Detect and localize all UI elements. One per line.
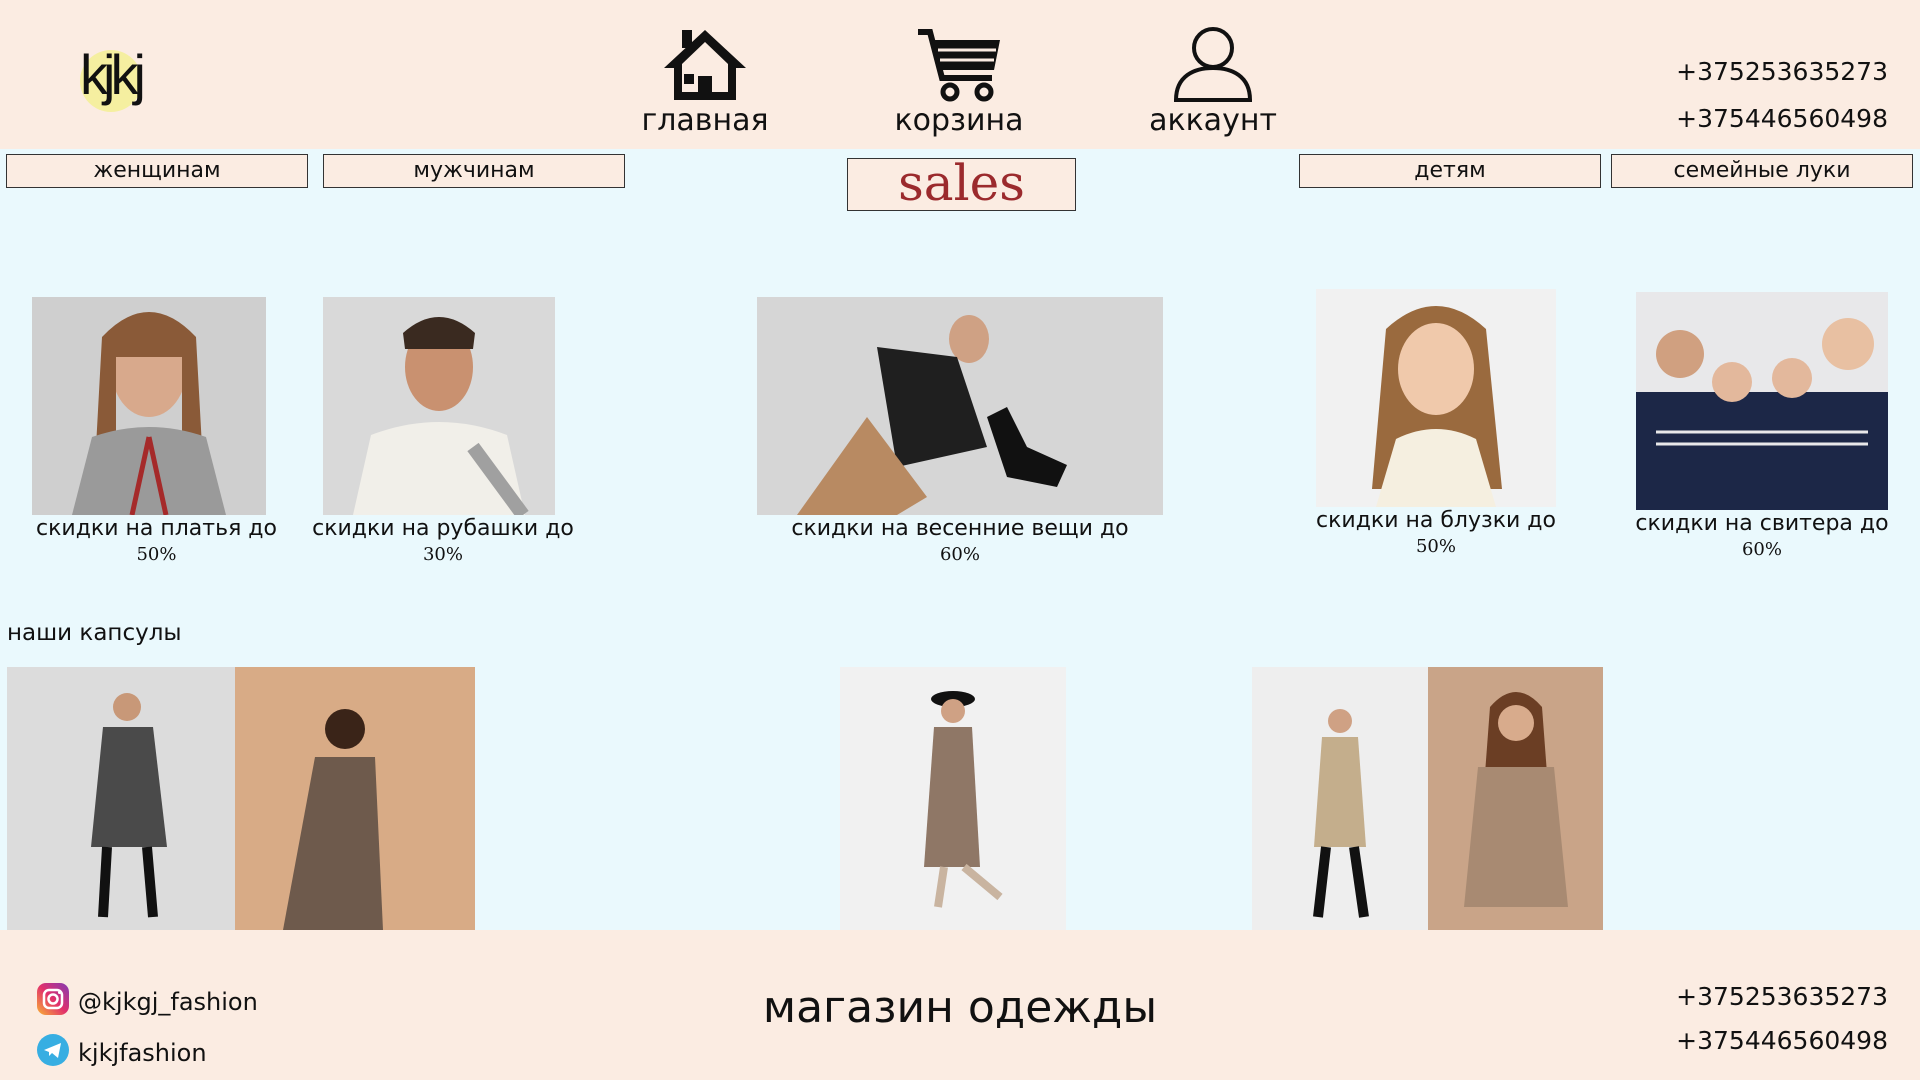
telegram-link[interactable]: kjkjfashion [36, 1033, 207, 1073]
logo-text: kjkj [80, 43, 146, 106]
capsule-photo-gray-coat[interactable] [7, 667, 235, 930]
sale-card-spring[interactable]: скидки на весенние вещи до 60% [757, 297, 1163, 567]
dress-photo [32, 297, 266, 515]
category-kids-button[interactable]: детям [1299, 154, 1601, 188]
phone-2[interactable]: +375446560498 [1676, 95, 1888, 142]
shirt-photo [323, 297, 555, 515]
nav-account-label: аккаунт [1149, 103, 1277, 138]
telegram-icon [36, 1033, 70, 1073]
category-family-button[interactable]: семейные луки [1611, 154, 1913, 188]
home-icon [664, 30, 746, 100]
blouse-photo [1316, 289, 1556, 507]
sale-card-percent: 50% [1415, 536, 1456, 557]
nav-cart-label: корзина [894, 103, 1024, 138]
sales-button[interactable]: sales [847, 158, 1076, 211]
nav-account[interactable]: аккаунт [1128, 26, 1298, 146]
sale-card-blouses[interactable]: скидки на блузки до 50% [1304, 289, 1568, 559]
sale-card-shirts[interactable]: скидки на рубашки до 30% [303, 297, 583, 567]
capsule-photo-brown-coat[interactable] [235, 667, 475, 930]
nav-home-label: главная [641, 103, 769, 138]
nav-cart[interactable]: корзина [874, 26, 1044, 146]
phone-2[interactable]: +375446560498 [1676, 1019, 1888, 1063]
header-phones: +375253635273 +375446560498 [1676, 48, 1888, 142]
category-men-button[interactable]: мужчинам [323, 154, 625, 188]
sale-card-caption: скидки на рубашки до [312, 516, 574, 541]
user-icon [1173, 27, 1253, 102]
sale-card-percent: 60% [939, 544, 980, 565]
phone-1[interactable]: +375253635273 [1676, 975, 1888, 1019]
category-women-button[interactable]: женщинам [6, 154, 308, 188]
sale-card-percent: 30% [422, 544, 463, 565]
spring-photo [757, 297, 1163, 515]
sale-card-caption: скидки на весенние вещи до [791, 516, 1129, 541]
capsule-photo-trench-hat[interactable] [840, 667, 1066, 930]
sale-card-dresses[interactable]: скидки на платья до 50% [0, 297, 313, 567]
sale-card-caption: скидки на платья до [36, 516, 277, 541]
sale-card-caption: скидки на свитера до [1635, 511, 1889, 536]
footer-phones: +375253635273 +375446560498 [1676, 975, 1888, 1063]
footer: @kjkgj_fashion kjkjfashion магазин одежд… [0, 930, 1920, 1080]
sale-card-percent: 50% [136, 544, 177, 565]
capsule-photo-woman-blazer[interactable] [1428, 667, 1603, 930]
capsule-photo-man-trench[interactable] [1252, 667, 1428, 930]
sale-card-sweaters[interactable]: скидки на свитера до 60% [1628, 292, 1896, 562]
footer-title: магазин одежды [762, 982, 1158, 1033]
telegram-handle: kjkjfashion [78, 1039, 207, 1067]
cart-icon [918, 29, 1000, 102]
header: kjkj главная корзина аккаунт +3752536352… [0, 0, 1920, 149]
nav-home[interactable]: главная [620, 26, 790, 146]
sweater-photo [1636, 292, 1888, 510]
capsules-title: наши капсулы [7, 620, 182, 646]
logo[interactable]: kjkj [76, 42, 156, 116]
sale-card-percent: 60% [1741, 539, 1782, 560]
sale-card-caption: скидки на блузки до [1316, 508, 1556, 533]
phone-1[interactable]: +375253635273 [1676, 48, 1888, 95]
